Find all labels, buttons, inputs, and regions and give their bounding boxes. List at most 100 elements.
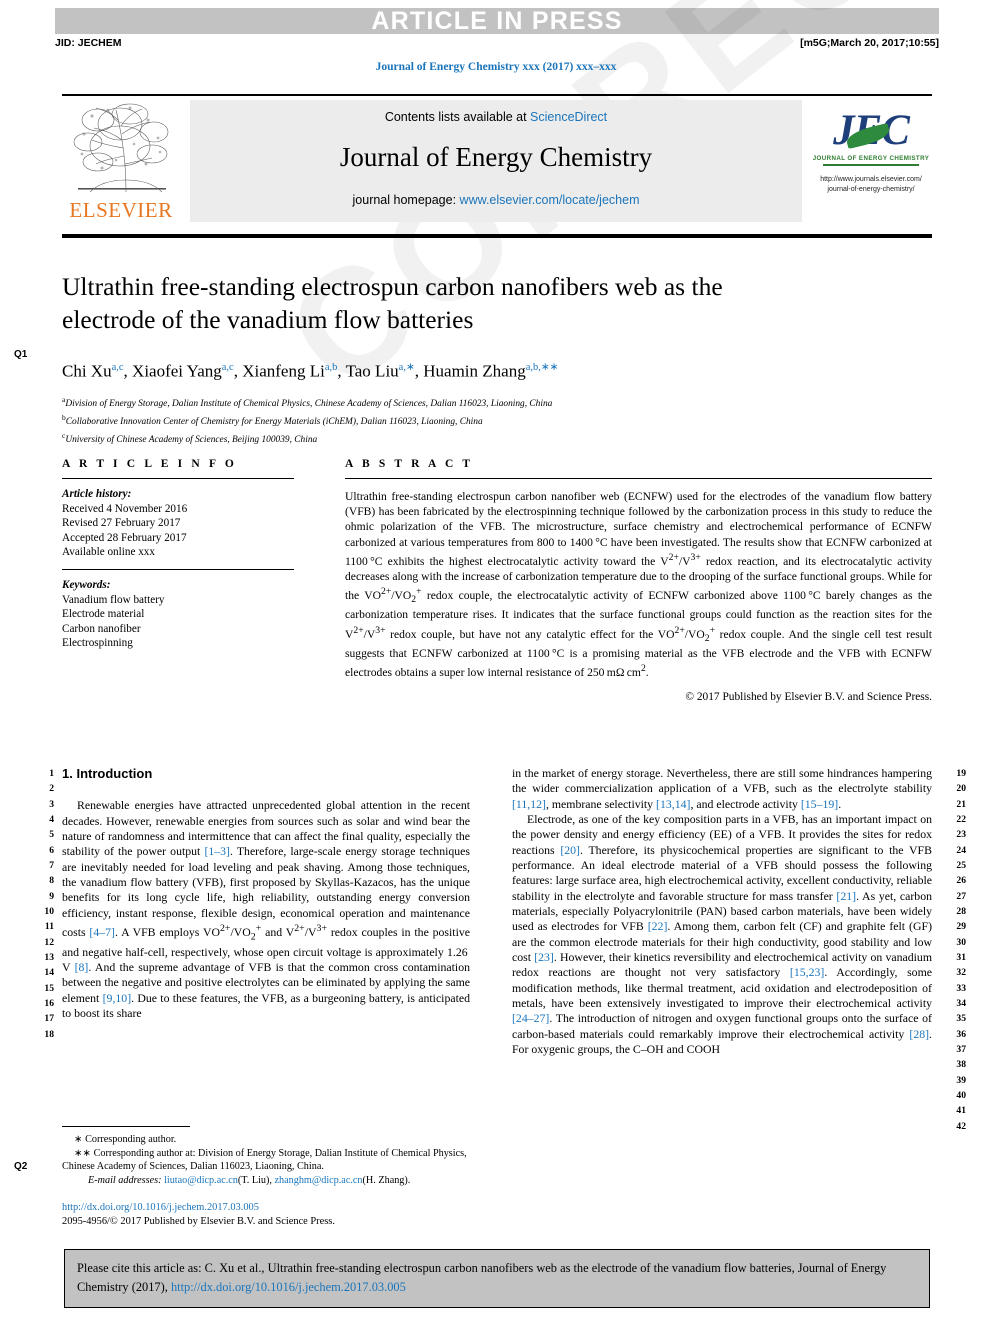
journal-masthead: ELSEVIER Contents lists available at Sci… — [62, 98, 932, 228]
paragraph: Electrode, as one of the key composition… — [512, 811, 932, 1056]
line-number: 32 — [956, 967, 966, 979]
email-label: E-mail addresses: — [88, 1174, 162, 1186]
line-number: 36 — [956, 1028, 966, 1040]
abstract-copyright: © 2017 Published by Elsevier B.V. and Sc… — [685, 691, 932, 704]
line-number: 21 — [956, 798, 966, 810]
please-cite-box: Please cite this article as: C. Xu et al… — [64, 1249, 930, 1308]
keyword-item: Vanadium flow battery — [62, 593, 165, 606]
email-addresses-note: E-mail addresses: liutao@dicp.ac.cn(T. L… — [88, 1174, 411, 1186]
doi-block: http://dx.doi.org/10.1016/j.jechem.2017.… — [62, 1201, 470, 1228]
line-number: 26 — [956, 875, 966, 887]
jec-url-line2: journal-of-energy-chemistry/ — [827, 186, 915, 193]
line-number: 33 — [956, 982, 966, 994]
line-number: 15 — [44, 982, 54, 994]
line-number: 14 — [44, 967, 54, 979]
line-number: 31 — [956, 951, 966, 963]
keyword-item: Electrode material — [62, 608, 145, 621]
email-owner: (H. Zhang). — [362, 1174, 411, 1186]
affiliation-item: bCollaborative Innovation Center of Chem… — [62, 411, 762, 429]
abstract-heading: A B S T R A C T — [345, 458, 474, 470]
line-number: 37 — [956, 1043, 966, 1055]
sciencedirect-link[interactable]: ScienceDirect — [530, 110, 607, 124]
footnotes-block: ∗ Corresponding author. ∗∗ Corresponding… — [62, 1126, 470, 1229]
line-number: 16 — [44, 997, 54, 1009]
line-number: 12 — [44, 936, 54, 948]
affiliation-item: aDivision of Energy Storage, Dalian Inst… — [62, 393, 762, 411]
line-number: 6 — [49, 844, 54, 856]
cite-doi-link[interactable]: http://dx.doi.org/10.1016/j.jechem.2017.… — [171, 1280, 406, 1294]
line-number: 41 — [956, 1105, 966, 1117]
contents-prefix: Contents lists available at — [384, 110, 531, 124]
line-number: 23 — [956, 829, 966, 841]
line-number: 42 — [956, 1120, 966, 1132]
line-number: 25 — [956, 859, 966, 871]
issn-copyright-line: 2095-4956/© 2017 Published by Elsevier B… — [62, 1215, 335, 1227]
line-number: 30 — [956, 936, 966, 948]
article-in-press-label: ARTICLE IN PRESS — [371, 7, 623, 35]
line-number: 4 — [49, 813, 54, 825]
email-link-liu[interactable]: liutao@dicp.ac.cn — [164, 1175, 238, 1186]
jid-label: JID: JECHEM — [55, 37, 122, 49]
masthead-top-rule — [62, 94, 932, 96]
line-number: 13 — [44, 951, 54, 963]
body-column-right: in the market of energy storage. Neverth… — [512, 766, 932, 1057]
line-number: 3 — [49, 798, 54, 810]
journal-homepage-link[interactable]: www.elsevier.com/locate/jechem — [460, 193, 640, 207]
line-number: 22 — [956, 813, 966, 825]
abstract-rule — [345, 478, 932, 479]
elsevier-tree-icon — [68, 100, 174, 196]
line-number: 8 — [49, 875, 54, 887]
history-item: Available online xxx — [62, 546, 155, 559]
paragraph: Renewable energies have attracted unprec… — [62, 798, 470, 1020]
page-title: Ultrathin free-standing electrospun carb… — [62, 272, 723, 334]
corresponding-author-note-2: ∗∗ Corresponding author at: Division of … — [62, 1147, 467, 1173]
line-number: 2 — [49, 783, 54, 795]
elsevier-wordmark: ELSEVIER — [69, 198, 173, 222]
jec-subtitle: JOURNAL OF ENERGY CHEMISTRY — [812, 155, 930, 162]
line-number: 1 — [49, 768, 54, 779]
query-marker-q2: Q2 — [14, 1161, 28, 1172]
email-link-zhang[interactable]: zhanghm@dicp.ac.cn — [275, 1175, 363, 1186]
asterisk-icon: ∗ — [74, 1134, 83, 1145]
section-heading-introduction: 1. Introduction — [62, 766, 153, 781]
abstract-body: Ultrathin free-standing electrospun carb… — [345, 490, 932, 680]
query-marker-q1: Q1 — [14, 349, 28, 360]
jec-rule — [823, 164, 919, 166]
history-item: Received 4 November 2016 — [62, 502, 188, 515]
affiliation-text: University of Chinese Academy of Science… — [65, 435, 318, 446]
article-in-press-banner: ARTICLE IN PRESS — [55, 7, 939, 35]
contents-line: Contents lists available at ScienceDirec… — [190, 110, 802, 124]
line-number: 39 — [956, 1074, 966, 1086]
line-number: 5 — [49, 829, 54, 841]
doi-link[interactable]: http://dx.doi.org/10.1016/j.jechem.2017.… — [62, 1202, 259, 1213]
line-number: 34 — [956, 997, 966, 1009]
line-number: 17 — [44, 1013, 54, 1025]
corresponding-author-note-1: ∗ Corresponding author. — [74, 1134, 177, 1145]
article-info-heading: A R T I C L E I N F O — [62, 458, 237, 470]
history-item: Revised 27 February 2017 — [62, 517, 181, 530]
line-number: 24 — [956, 844, 966, 856]
keywords-block: Keywords: Vanadium flow battery Electrod… — [62, 578, 294, 651]
article-info-column: A R T I C L E I N F O Article history: R… — [62, 458, 294, 651]
article-history-block: Article history: Received 4 November 201… — [62, 487, 294, 560]
affiliation-item: cUniversity of Chinese Academy of Scienc… — [62, 429, 762, 447]
line-number: 40 — [956, 1089, 966, 1101]
homepage-prefix: journal homepage: — [352, 193, 460, 207]
line-numbers-right: 19 20 21 22 23 24 25 26 27 28 29 30 31 32 33 34 35 36 37 38… — [944, 766, 966, 1134]
abstract-column: A B S T R A C T Ultrathin free-standing … — [345, 458, 932, 703]
line-number: 10 — [44, 905, 54, 917]
keyword-item: Electrospinning — [62, 637, 133, 650]
line-number: 19 — [956, 768, 966, 779]
paragraph: in the market of energy storage. Neverth… — [512, 766, 932, 811]
double-asterisk-icon: ∗∗ — [74, 1147, 92, 1159]
journal-homepage-line: journal homepage: www.elsevier.com/locat… — [190, 193, 802, 207]
line-number: 11 — [44, 921, 54, 933]
line-number: 38 — [956, 1059, 966, 1071]
jec-url: http://www.journals.elsevier.com/ journa… — [810, 175, 932, 195]
jec-logo: JEC JOURNAL OF ENERGY CHEMISTRY http://w… — [810, 98, 932, 224]
title-block: Ultrathin free-standing electrospun carb… — [62, 270, 762, 448]
line-numbers-left: 1 2 3 4 5 6 7 8 9 10 11 12 13 14 15 16 17 18 — [32, 766, 54, 1042]
email-owner: (T. Liu) — [237, 1174, 270, 1186]
body-column-left: 1. Introduction Renewable energies have … — [62, 766, 470, 1021]
page-runner: JID: JECHEM [m5G;March 20, 2017;10:55] — [55, 37, 939, 49]
